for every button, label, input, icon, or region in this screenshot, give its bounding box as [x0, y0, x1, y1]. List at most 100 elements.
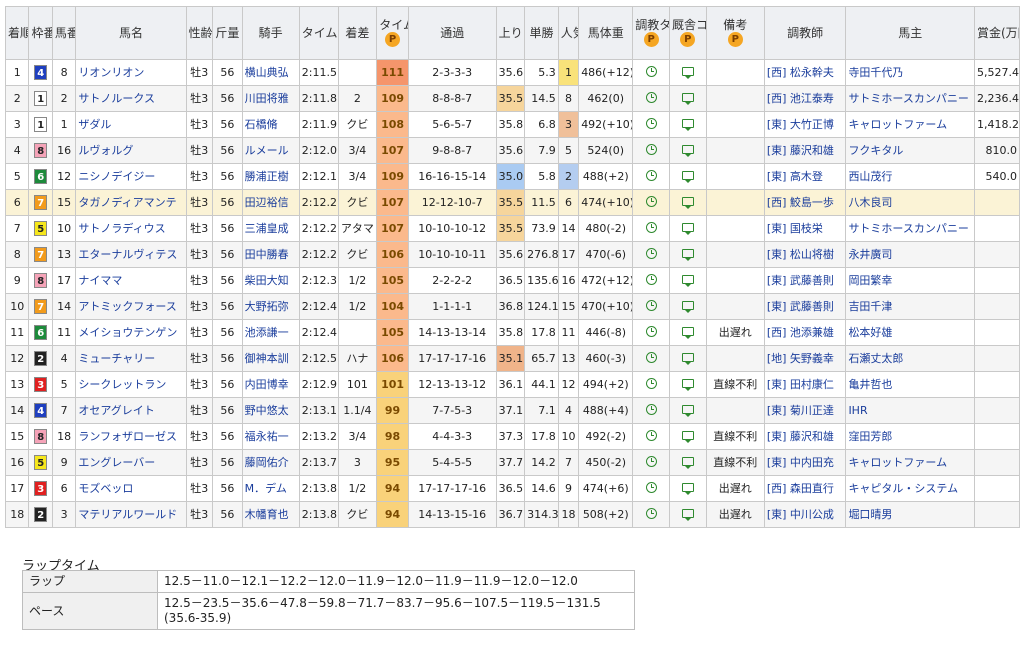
- p-icon[interactable]: P: [385, 32, 401, 47]
- horse-name-link[interactable]: ナイママ: [75, 267, 187, 294]
- jockey-link[interactable]: 勝浦正樹: [241, 163, 300, 190]
- jockey-link[interactable]: 田辺裕信: [241, 189, 300, 216]
- training-time-button[interactable]: [632, 215, 670, 242]
- horse-name-link[interactable]: シークレットラン: [75, 371, 187, 398]
- jockey-link[interactable]: 内田博幸: [241, 371, 300, 398]
- jockey-link[interactable]: 石橋脩: [241, 111, 300, 138]
- trainer-link[interactable]: [東] 中内田充: [763, 449, 847, 476]
- jockey-link[interactable]: 大野拓弥: [241, 293, 300, 320]
- stable-comment-button[interactable]: [668, 397, 707, 424]
- stable-comment-button[interactable]: [668, 371, 707, 398]
- horse-name-link[interactable]: サトノルークス: [75, 85, 187, 112]
- trainer-link[interactable]: [東] 高木登: [763, 163, 847, 190]
- stable-comment-button[interactable]: [668, 59, 707, 86]
- jockey-link[interactable]: 池添謙一: [241, 319, 300, 346]
- jockey-link[interactable]: 田中勝春: [241, 241, 300, 268]
- owner-link[interactable]: 石瀬丈太郎: [845, 345, 975, 372]
- owner-link[interactable]: 永井廣司: [845, 241, 975, 268]
- owner-link[interactable]: 松本好雄: [845, 319, 975, 346]
- trainer-link[interactable]: [東] 松山将樹: [763, 241, 847, 268]
- horse-name-link[interactable]: ニシノデイジー: [75, 163, 187, 190]
- trainer-link[interactable]: [東] 藤沢和雄: [763, 137, 847, 164]
- jockey-link[interactable]: 木幡育也: [241, 501, 300, 528]
- trainer-link[interactable]: [東] 武藤善則: [763, 267, 847, 294]
- horse-name-link[interactable]: アトミックフォース: [75, 293, 187, 320]
- header-horse[interactable]: 馬名: [75, 6, 187, 60]
- jockey-link[interactable]: ルメール: [241, 137, 300, 164]
- training-time-button[interactable]: [632, 319, 670, 346]
- training-time-button[interactable]: [632, 397, 670, 424]
- owner-link[interactable]: サトミホースカンパニー: [845, 85, 975, 112]
- stable-comment-button[interactable]: [668, 215, 707, 242]
- trainer-link[interactable]: [西] 松永幹夫: [763, 59, 847, 86]
- trainer-link[interactable]: [東] 大竹正博: [763, 111, 847, 138]
- p-icon[interactable]: P: [727, 32, 743, 47]
- trainer-link[interactable]: [地] 矢野義幸: [763, 345, 847, 372]
- owner-link[interactable]: 西山茂行: [845, 163, 975, 190]
- trainer-link[interactable]: [西] 森田直行: [763, 475, 847, 502]
- jockey-link[interactable]: 藤岡佑介: [241, 449, 300, 476]
- p-icon[interactable]: P: [643, 32, 659, 47]
- owner-link[interactable]: 亀井哲也: [845, 371, 975, 398]
- stable-comment-button[interactable]: [668, 189, 707, 216]
- training-time-button[interactable]: [632, 111, 670, 138]
- trainer-link[interactable]: [西] 池江泰寿: [763, 85, 847, 112]
- owner-link[interactable]: 八木良司: [845, 189, 975, 216]
- jockey-link[interactable]: 柴田大知: [241, 267, 300, 294]
- horse-name-link[interactable]: エターナルヴィテス: [75, 241, 187, 268]
- owner-link[interactable]: 寺田千代乃: [845, 59, 975, 86]
- owner-link[interactable]: キャロットファーム: [845, 111, 975, 138]
- training-time-button[interactable]: [632, 137, 670, 164]
- jockey-link[interactable]: 御神本訓: [241, 345, 300, 372]
- stable-comment-button[interactable]: [668, 111, 707, 138]
- training-time-button[interactable]: [632, 501, 670, 528]
- horse-name-link[interactable]: リオンリオン: [75, 59, 187, 86]
- owner-link[interactable]: キャピタル・システム: [845, 475, 975, 502]
- training-time-button[interactable]: [632, 189, 670, 216]
- horse-name-link[interactable]: タガノディアマンテ: [75, 189, 187, 216]
- stable-comment-button[interactable]: [668, 475, 707, 502]
- trainer-link[interactable]: [東] 藤沢和雄: [763, 423, 847, 450]
- horse-name-link[interactable]: オセアグレイト: [75, 397, 187, 424]
- stable-comment-button[interactable]: [668, 501, 707, 528]
- stable-comment-button[interactable]: [668, 319, 707, 346]
- p-icon[interactable]: P: [680, 32, 696, 47]
- jockey-link[interactable]: M．デム: [241, 475, 300, 502]
- horse-name-link[interactable]: メイショウテンゲン: [75, 319, 187, 346]
- jockey-link[interactable]: 福永祐一: [241, 423, 300, 450]
- training-time-button[interactable]: [632, 85, 670, 112]
- training-time-button[interactable]: [632, 371, 670, 398]
- training-time-button[interactable]: [632, 163, 670, 190]
- owner-link[interactable]: フクキタル: [845, 137, 975, 164]
- stable-comment-button[interactable]: [668, 345, 707, 372]
- owner-link[interactable]: 堀口晴男: [845, 501, 975, 528]
- stable-comment-button[interactable]: [668, 267, 707, 294]
- stable-comment-button[interactable]: [668, 163, 707, 190]
- horse-name-link[interactable]: サトノラディウス: [75, 215, 187, 242]
- trainer-link[interactable]: [西] 池添兼雄: [763, 319, 847, 346]
- trainer-link[interactable]: [東] 国枝栄: [763, 215, 847, 242]
- stable-comment-button[interactable]: [668, 85, 707, 112]
- owner-link[interactable]: キャロットファーム: [845, 449, 975, 476]
- stable-comment-button[interactable]: [668, 449, 707, 476]
- trainer-link[interactable]: [東] 武藤善則: [763, 293, 847, 320]
- jockey-link[interactable]: 川田将雅: [241, 85, 300, 112]
- horse-name-link[interactable]: マテリアルワールド: [75, 501, 187, 528]
- training-time-button[interactable]: [632, 267, 670, 294]
- training-time-button[interactable]: [632, 449, 670, 476]
- trainer-link[interactable]: [西] 鮫島一歩: [763, 189, 847, 216]
- training-time-button[interactable]: [632, 345, 670, 372]
- horse-name-link[interactable]: ミューチャリー: [75, 345, 187, 372]
- stable-comment-button[interactable]: [668, 293, 707, 320]
- training-time-button[interactable]: [632, 423, 670, 450]
- training-time-button[interactable]: [632, 293, 670, 320]
- owner-link[interactable]: サトミホースカンパニー: [845, 215, 975, 242]
- horse-name-link[interactable]: エングレーバー: [75, 449, 187, 476]
- training-time-button[interactable]: [632, 241, 670, 268]
- horse-name-link[interactable]: モズベッロ: [75, 475, 187, 502]
- owner-link[interactable]: 岡田繁幸: [845, 267, 975, 294]
- jockey-link[interactable]: 三浦皇成: [241, 215, 300, 242]
- trainer-link[interactable]: [東] 田村康仁: [763, 371, 847, 398]
- stable-comment-button[interactable]: [668, 241, 707, 268]
- owner-link[interactable]: 窪田芳郎: [845, 423, 975, 450]
